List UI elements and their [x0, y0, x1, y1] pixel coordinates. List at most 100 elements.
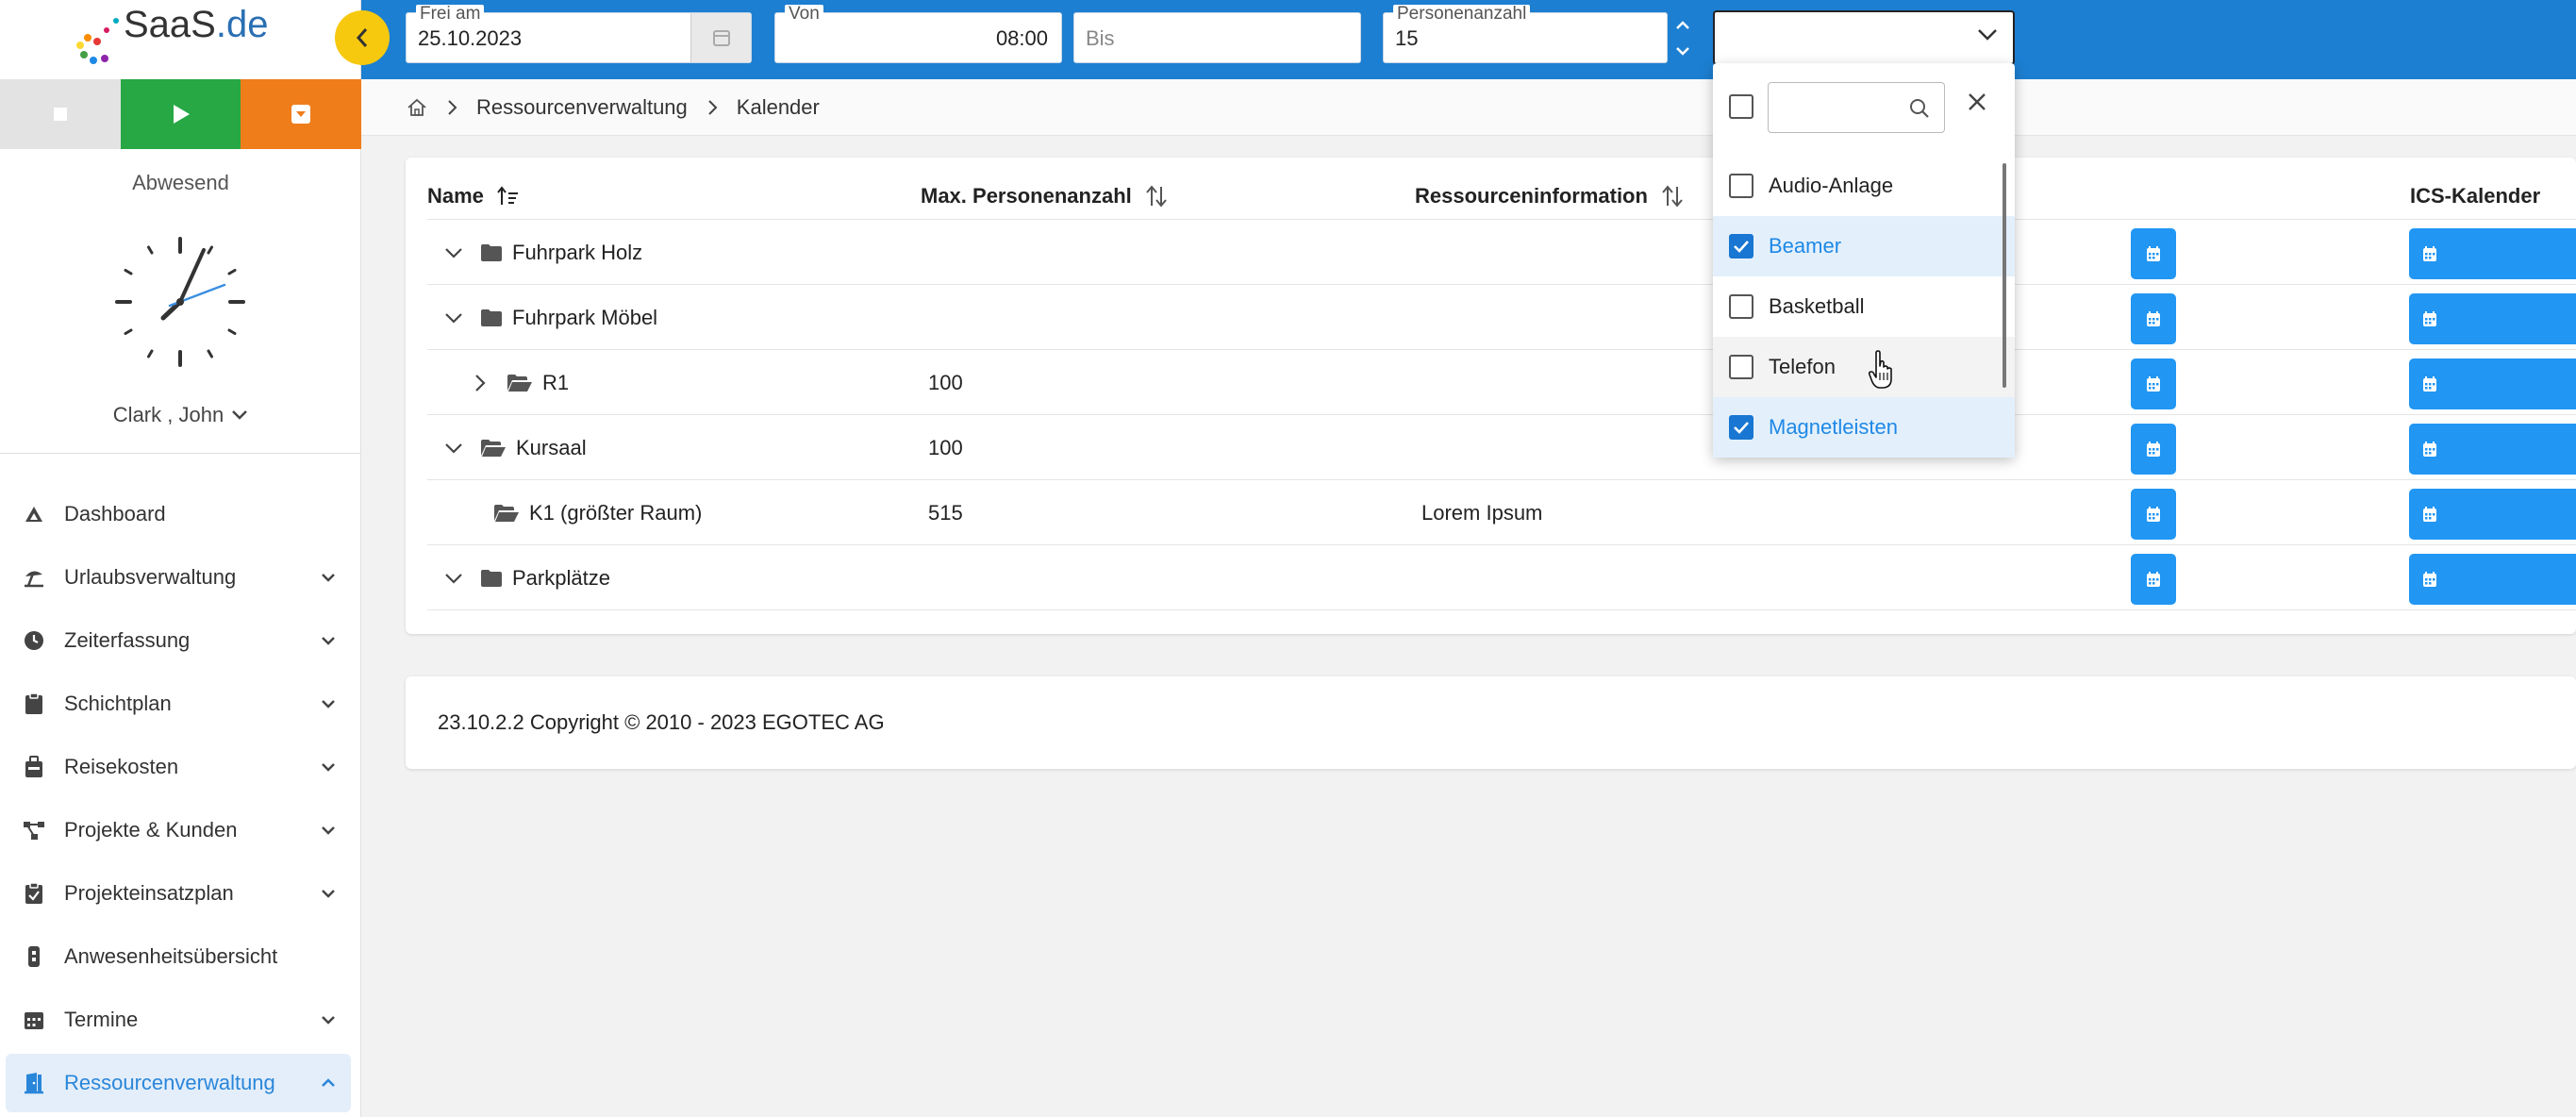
- column-header-max-persons[interactable]: Max. Personenanzahl: [921, 184, 1168, 208]
- nav-item-dashboard[interactable]: Dashboard: [6, 485, 351, 543]
- nav-label: Schichtplan: [64, 692, 172, 715]
- table-row[interactable]: K1 (größter Raum) 515 Lorem Ipsum: [427, 480, 2576, 545]
- ics-calendar-button[interactable]: [2409, 228, 2576, 279]
- ics-calendar-button[interactable]: [2409, 489, 2576, 540]
- calendar-button[interactable]: [2131, 293, 2176, 344]
- chevron-down-icon: [445, 312, 462, 324]
- clipboard-check-icon: [23, 882, 45, 905]
- collapse-sidebar-button[interactable]: [335, 10, 390, 65]
- calendar-button[interactable]: [2131, 554, 2176, 605]
- name-cell: Fuhrpark Möbel: [440, 285, 657, 350]
- nav-item-schichtplan[interactable]: Schichtplan: [6, 675, 351, 733]
- max-persons-cell: 515: [928, 500, 963, 525]
- folder-icon: [481, 569, 502, 587]
- calendar-button[interactable]: [2131, 228, 2176, 279]
- nav-item-anwesenheitsuebersicht[interactable]: Anwesenheitsübersicht: [6, 927, 351, 986]
- breadcrumb-item[interactable]: Ressourcenverwaltung: [476, 95, 688, 120]
- folder-open-icon: [507, 374, 532, 392]
- calendar-button[interactable]: [2131, 358, 2176, 409]
- ics-calendar-button[interactable]: [2409, 424, 2576, 475]
- option-basketball[interactable]: Basketball: [1713, 276, 2015, 337]
- expand-toggle[interactable]: [440, 312, 467, 324]
- persons-value: 15: [1395, 26, 1419, 50]
- nav-label: Zeiterfassung: [64, 628, 191, 652]
- breadcrumb: Ressourcenverwaltung Kalender: [361, 79, 2576, 136]
- nav-item-urlaubsverwaltung[interactable]: Urlaubsverwaltung: [6, 548, 351, 607]
- expand-toggle[interactable]: [440, 247, 467, 258]
- calendar-button[interactable]: [2131, 489, 2176, 540]
- select-all-checkbox[interactable]: [1729, 94, 1753, 119]
- nav-item-projekteinsatzplan[interactable]: Projekteinsatzplan: [6, 864, 351, 923]
- option-beamer[interactable]: Beamer: [1713, 216, 2015, 276]
- option-checkbox[interactable]: [1729, 294, 1753, 319]
- table-row[interactable]: Fuhrpark Holz: [427, 220, 2576, 285]
- sort-ascending-icon: [497, 186, 518, 205]
- breadcrumb-item[interactable]: Kalender: [737, 95, 820, 120]
- nav-label: Reisekosten: [64, 755, 179, 778]
- option-telefon[interactable]: Telefon: [1713, 337, 2015, 397]
- expand-toggle[interactable]: [440, 573, 467, 584]
- checkmark-icon: [1734, 422, 1749, 434]
- user-menu[interactable]: Clark , John: [0, 403, 361, 427]
- stop-button[interactable]: [0, 79, 121, 149]
- persons-stepper[interactable]: [1670, 12, 1695, 63]
- column-header-name[interactable]: Name: [427, 184, 520, 208]
- nav-item-termine[interactable]: Termine: [6, 991, 351, 1049]
- chevron-up-icon: [1676, 20, 1689, 29]
- name-cell: Parkplätze: [440, 545, 610, 610]
- nav-item-zeiterfassung[interactable]: Zeiterfassung: [6, 611, 351, 670]
- chevron-down-icon: [445, 442, 462, 454]
- option-checkbox[interactable]: [1729, 234, 1753, 258]
- play-button[interactable]: [120, 79, 241, 149]
- nav-item-reisekosten[interactable]: Reisekosten: [6, 738, 351, 796]
- home-icon[interactable]: [407, 98, 427, 117]
- date-field[interactable]: Frei am 25.10.2023: [406, 5, 752, 63]
- option-checkbox[interactable]: [1729, 355, 1753, 379]
- calendar-icon: [2147, 507, 2160, 522]
- option-audio-anlage[interactable]: Audio-Anlage: [1713, 156, 2015, 216]
- nav-label: Projekteinsatzplan: [64, 881, 234, 905]
- nav-item-projekte-kunden[interactable]: Projekte & Kunden: [6, 801, 351, 859]
- from-time-label: Von: [785, 5, 823, 24]
- dropdown-scrollbar[interactable]: [2003, 163, 2006, 388]
- chevron-down-icon: [322, 574, 335, 582]
- date-picker-button[interactable]: [690, 13, 751, 62]
- ics-calendar-button[interactable]: [2409, 358, 2576, 409]
- max-persons-cell: 100: [928, 435, 963, 459]
- persons-field[interactable]: Personenanzahl 15: [1383, 5, 1668, 63]
- logo-text: SaaS.de: [124, 4, 268, 46]
- pause-button[interactable]: [241, 79, 362, 149]
- option-checkbox[interactable]: [1729, 174, 1753, 198]
- table-header: Name Max. Personenanzahl Ressourceninfor…: [427, 158, 2576, 220]
- date-field-value: 25.10.2023: [418, 26, 523, 50]
- copyright-text: 23.10.2.2 Copyright © 2010 - 2023 EGOTEC…: [438, 710, 885, 734]
- equipment-select[interactable]: [1713, 10, 2015, 65]
- to-time-field[interactable]: Bis: [1073, 12, 1361, 63]
- expand-toggle[interactable]: [467, 374, 493, 392]
- close-icon[interactable]: [1967, 92, 1987, 112]
- ics-calendar-button[interactable]: [2409, 554, 2576, 605]
- ics-calendar-button[interactable]: [2409, 293, 2576, 344]
- calendar-icon: [2423, 442, 2436, 457]
- logo-tld: .de: [215, 4, 269, 45]
- expand-toggle[interactable]: [440, 442, 467, 454]
- header-label: ICS-Kalender: [2410, 184, 2541, 208]
- calendar-icon: [2147, 376, 2160, 392]
- dashboard-icon: [23, 503, 45, 525]
- header-label: Ressourceninformation: [1415, 184, 1648, 208]
- from-time-field[interactable]: Von 08:00: [774, 5, 1062, 63]
- resource-name: Fuhrpark Holz: [512, 240, 643, 264]
- table-row[interactable]: Parkplätze: [427, 545, 2576, 610]
- option-checkbox[interactable]: [1729, 415, 1753, 440]
- resource-name: Parkplätze: [512, 565, 610, 590]
- chevron-down-icon: [322, 637, 335, 645]
- table-row[interactable]: R1 100: [427, 350, 2576, 415]
- table-row[interactable]: Kursaal 100: [427, 415, 2576, 480]
- option-magnetleisten[interactable]: Magnetleisten: [1713, 397, 2015, 458]
- nav-item-ressourcenverwaltung[interactable]: Ressourcenverwaltung: [6, 1054, 351, 1112]
- table-row[interactable]: Fuhrpark Möbel: [427, 285, 2576, 350]
- calendar-button[interactable]: [2131, 424, 2176, 475]
- column-header-resource-info[interactable]: Ressourceninformation: [1415, 184, 1684, 208]
- logo[interactable]: SaaS.de: [71, 0, 268, 79]
- dropdown-search-input[interactable]: [1768, 82, 1945, 133]
